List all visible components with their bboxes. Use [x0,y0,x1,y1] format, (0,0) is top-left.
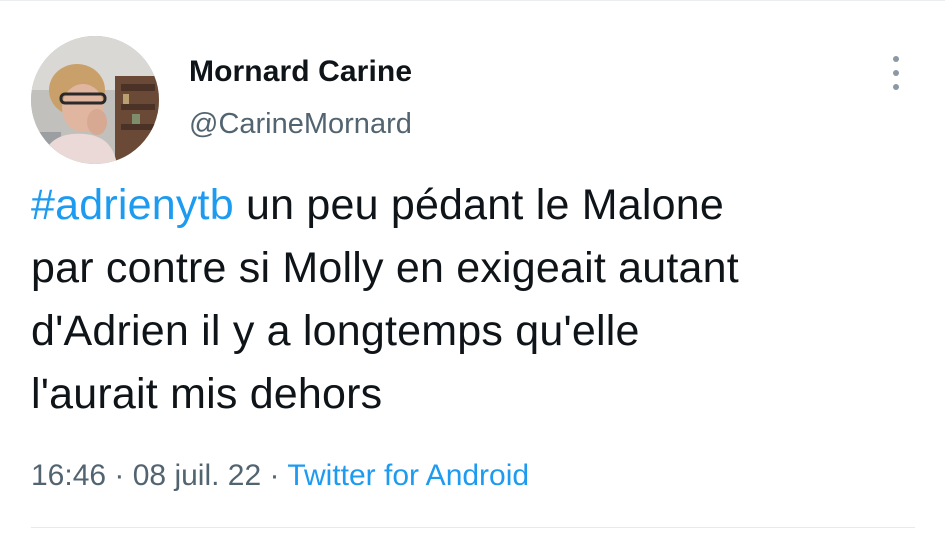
hashtag-link[interactable]: #adrienytb [31,181,234,229]
more-dot [893,84,899,90]
top-divider [0,0,945,1]
avatar[interactable] [31,36,159,164]
bottom-divider [31,527,915,528]
tweet-text-segment: un peu pédant le Malone [233,181,724,229]
more-vertical-icon[interactable] [884,56,908,90]
tweet-time[interactable]: 16:46 [31,459,106,492]
tweet-source-link[interactable]: Twitter for Android [287,459,529,492]
tweet-text-line: d'Adrien il y a longtemps qu'elle [31,307,640,355]
tweet-text-line: #adrienytb un peu pédant le Malone [31,174,911,237]
tweet-text-line: par contre si Molly en exigeait autant [31,244,739,292]
tweet-text-line: l'aurait mis dehors [31,370,383,418]
tweet-text: #adrienytb un peu pédant le Malone par c… [31,174,911,426]
more-dot [893,70,899,76]
meta-separator: · [261,459,288,492]
author-block: Mornard Carine @CarineMornard [189,52,412,142]
meta-separator: · [106,459,133,492]
tweet-metadata: 16:46 · 08 juil. 22 · Twitter for Androi… [31,456,529,496]
user-photo-avatar-icon [31,36,159,164]
tweet-date[interactable]: 08 juil. 22 [133,459,261,492]
author-handle[interactable]: @CarineMornard [189,106,412,142]
tweet-card: Mornard Carine @CarineMornard #adrienytb… [0,0,945,536]
author-display-name[interactable]: Mornard Carine [189,52,412,92]
more-dot [893,56,899,62]
